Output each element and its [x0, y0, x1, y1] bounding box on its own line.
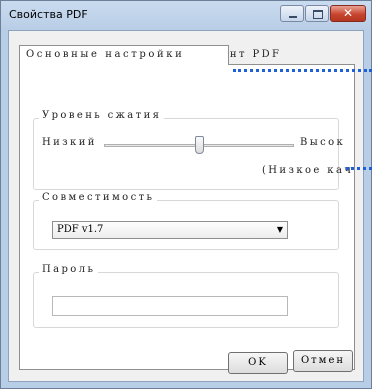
compatibility-select[interactable]: PDF v1.7 ▼ [52, 221, 288, 239]
close-icon: ✕ [342, 6, 354, 20]
caption-buttons: ✕ [279, 5, 366, 22]
ok-button[interactable]: OK [228, 352, 288, 374]
maximize-button[interactable] [305, 5, 329, 22]
password-input[interactable] [52, 296, 288, 316]
compression-high-label: Высок [300, 137, 346, 148]
window-title: Свойства PDF [9, 8, 88, 21]
minimize-button[interactable] [280, 5, 304, 22]
compression-group [33, 118, 339, 190]
maximize-icon [313, 10, 323, 19]
compatibility-selected-value: PDF v1.7 [57, 224, 104, 235]
compatibility-group-label: Совместимость [39, 192, 158, 203]
cancel-button[interactable]: Отмен [293, 350, 353, 372]
minimize-icon [289, 16, 297, 18]
compression-group-label: Уровень сжатия [39, 110, 165, 121]
ok-button-label: OK [248, 357, 268, 368]
tab-label: Основные настройки [26, 49, 185, 60]
annotation-dotted-line-top [233, 69, 372, 72]
compression-level-text: (Низкое кач [262, 165, 354, 176]
compression-low-label: Низкий [42, 137, 97, 148]
title-bar[interactable]: Свойства PDF ✕ [1, 1, 371, 29]
compression-slider-thumb[interactable] [195, 136, 204, 154]
chevron-down-icon: ▼ [276, 225, 283, 234]
password-group-label: Пароль [39, 264, 99, 275]
close-button[interactable]: ✕ [330, 5, 366, 22]
tab-general-settings[interactable]: Основные настройки [19, 45, 229, 65]
cancel-button-label: Отмен [300, 355, 346, 366]
annotation-dotted-line-bottom [346, 167, 372, 170]
